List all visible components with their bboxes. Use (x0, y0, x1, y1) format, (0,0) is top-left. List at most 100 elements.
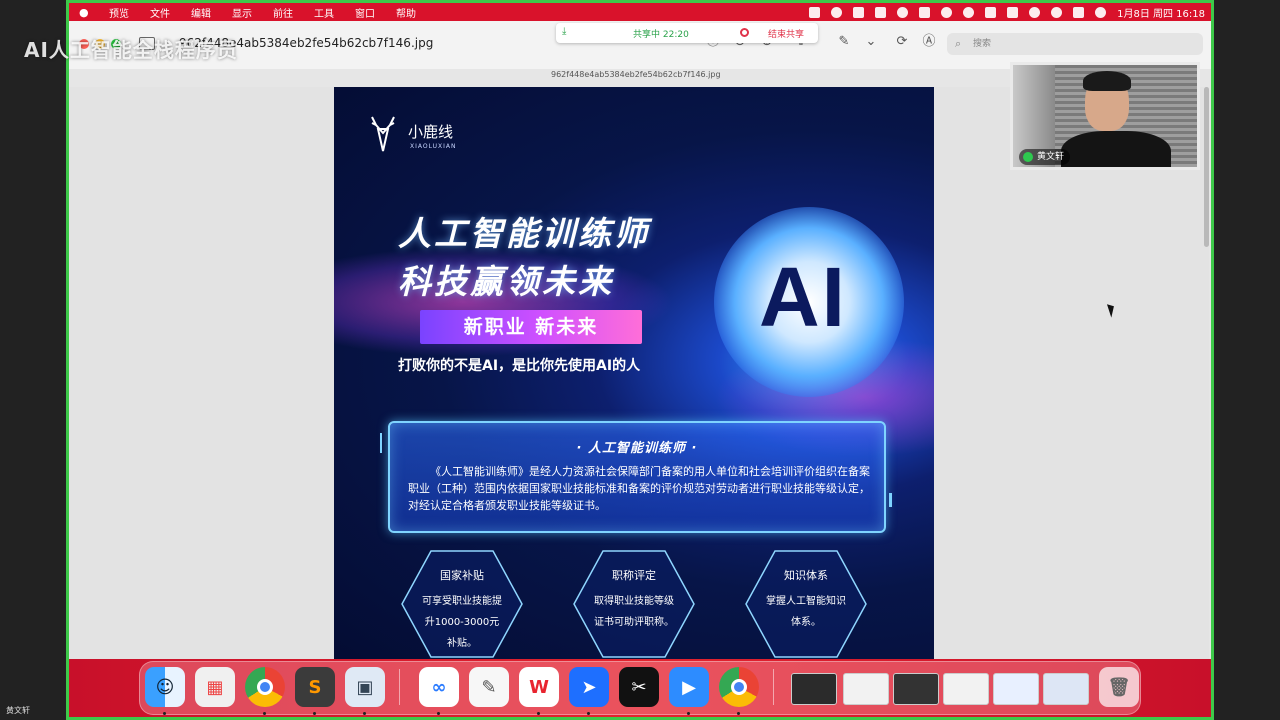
person-body (1061, 131, 1171, 167)
intro-title: · 人工智能训练师 · (576, 441, 698, 456)
brand-name-cn: 小鹿线 (408, 123, 454, 141)
menu-item-edit[interactable]: 编辑 (191, 5, 211, 20)
minimized-window-thumbnail[interactable] (1043, 673, 1089, 705)
status-area: 1月8日 周四 16:18 (809, 3, 1205, 21)
running-indicator (313, 712, 316, 715)
panel-decoration (380, 433, 382, 453)
control-center-icon[interactable] (1073, 6, 1085, 18)
record-icon (740, 28, 749, 37)
menu-item-view[interactable]: 显示 (232, 5, 252, 20)
battery-icon[interactable] (1007, 6, 1019, 18)
wifi-icon[interactable] (1029, 6, 1041, 18)
running-indicator (363, 712, 366, 715)
chevron-down-icon[interactable]: ⌄ (864, 35, 878, 49)
dock: ☺ ▦ S ▣ ∞ ✎ W ➤ ✂ ▶ 🗑 (69, 659, 1211, 717)
menu-item-go[interactable]: 前往 (273, 5, 293, 20)
launchpad-icon[interactable]: ▦ (195, 667, 235, 707)
download-icon[interactable]: ⤓ (562, 26, 566, 37)
menubar-clock[interactable]: 1月8日 周四 16:18 (1117, 5, 1205, 20)
intro-body: 《人工智能训练师》是经人力资源社会保障部门备案的用人单位和社会培训评价组织在备案… (408, 465, 870, 512)
minimized-window-thumbnail[interactable] (893, 673, 939, 705)
stop-share-button[interactable]: 结束共享 (768, 27, 804, 40)
slogan: 打败你的不是AI，是比你先使用AI的人 (398, 358, 641, 374)
document-subtitle: 962f448e4ab5384eb2fe54b62cb7f146.jpg (551, 70, 721, 79)
intro-panel: · 人工智能训练师 · 《人工智能训练师》是经人力资源社会保障部门备案的用人单位… (380, 421, 892, 533)
ai-mark: AI (759, 250, 847, 344)
running-indicator (263, 712, 266, 715)
moon-icon[interactable] (941, 6, 953, 18)
webcam-tile[interactable]: 黄文轩 (1010, 62, 1200, 170)
chrome-icon[interactable] (245, 667, 285, 707)
search-icon: ⌕ (955, 37, 962, 50)
rotate-icon[interactable]: ⟳ (895, 35, 909, 49)
minimized-window-thumbnail[interactable] (943, 673, 989, 705)
running-indicator (537, 712, 540, 715)
sublime-icon[interactable]: S (295, 667, 335, 707)
input-method-icon[interactable] (985, 6, 997, 18)
capcut-icon[interactable]: ✂ (619, 667, 659, 707)
feature-hexagon: 国家补贴 可享受职业技能提升1000-3000元补贴。 (400, 549, 524, 659)
finder-icon[interactable]: ☺ (145, 667, 185, 707)
wps-icon[interactable]: W (519, 667, 559, 707)
menu-item-preview[interactable]: 预览 (109, 5, 129, 20)
headline-line-2: 科技赢领未来 (398, 262, 614, 301)
markup-pen-icon[interactable]: ✎ (837, 35, 851, 49)
apple-icon[interactable]: ● (79, 6, 91, 19)
menu-item-window[interactable]: 窗口 (355, 5, 375, 20)
search-placeholder: 搜索 (973, 39, 992, 49)
baidu-netdisk-icon[interactable]: ∞ (419, 667, 459, 707)
running-indicator (163, 712, 166, 715)
feature-body: 取得职业技能等级证书可助评职称。 (594, 596, 674, 628)
dock-separator (773, 669, 774, 705)
feishu-status-icon[interactable] (853, 6, 865, 18)
running-indicator (687, 712, 690, 715)
textedit-icon[interactable]: ✎ (469, 667, 509, 707)
vertical-scrollbar[interactable] (1204, 87, 1209, 247)
running-indicator (737, 712, 740, 715)
brand-name-en: XIAOLUXIAN (410, 143, 457, 150)
poster-image: AI 小鹿线 XIAOLUXIAN 人工智能训练师 科技赢领未来 新职业 新未来… (334, 87, 934, 659)
feature-body: 可享受职业技能提升1000-3000元补贴。 (422, 596, 502, 649)
chrome-icon[interactable] (719, 667, 759, 707)
notification-icon[interactable] (919, 6, 931, 18)
feature-title: 知识体系 (784, 569, 828, 582)
play-icon[interactable] (963, 6, 975, 18)
screen-share-bar: ⤓ 共享中 22:20 结束共享 (556, 23, 818, 43)
running-indicator (437, 712, 440, 715)
right-margin (1214, 0, 1280, 720)
minimized-window-thumbnail[interactable] (791, 673, 837, 705)
markup-icon[interactable]: Ⓐ (922, 35, 936, 49)
participant-name: 黄文轩 (1037, 152, 1065, 162)
feature-title: 职称评定 (612, 569, 656, 582)
running-indicator (587, 712, 590, 715)
screen-share-viewer: 黄文轩 ● 预览 文件 编辑 显示 前往 工具 窗口 帮助 1月8日 周四 16… (0, 0, 1280, 720)
feature-body: 掌握人工智能知识体系。 (766, 596, 846, 628)
feature-hexagon: 职称评定 取得职业技能等级证书可助评职称。 (572, 549, 696, 659)
feishu-icon[interactable]: ➤ (569, 667, 609, 707)
status-app-icon[interactable] (809, 6, 821, 18)
participant-name-tag: 黄文轩 (1019, 149, 1071, 165)
record-status-icon[interactable] (831, 6, 843, 18)
feature-title: 国家补贴 (440, 569, 484, 582)
panel-decoration (889, 493, 892, 507)
person-hair (1083, 71, 1131, 91)
siri-icon[interactable] (1095, 6, 1107, 18)
menu-item-tools[interactable]: 工具 (314, 5, 334, 20)
tagline-pill: 新职业 新未来 (420, 310, 642, 344)
preview-icon[interactable]: ▣ (345, 667, 385, 707)
zoom-icon[interactable]: ▶ (669, 667, 709, 707)
minimized-window-thumbnail[interactable] (993, 673, 1039, 705)
left-margin (0, 0, 66, 720)
spotlight-icon[interactable] (1051, 6, 1063, 18)
video-watermark-title: AI人工智能全栈程序员 (24, 38, 238, 62)
menu-item-help[interactable]: 帮助 (396, 5, 416, 20)
menu-bar: ● 预览 文件 编辑 显示 前往 工具 窗口 帮助 1月8日 周四 16:18 (69, 3, 1211, 21)
minimized-window-thumbnail[interactable] (843, 673, 889, 705)
share-status-icon[interactable] (897, 6, 909, 18)
feature-hexagon: 知识体系 掌握人工智能知识体系。 (744, 549, 868, 659)
menu-item-file[interactable]: 文件 (150, 5, 170, 20)
wps-status-icon[interactable] (875, 6, 887, 18)
search-input[interactable]: ⌕ 搜索 (947, 33, 1203, 55)
trash-icon[interactable]: 🗑 (1099, 667, 1139, 707)
viewer-name-label: 黄文轩 (6, 706, 30, 715)
